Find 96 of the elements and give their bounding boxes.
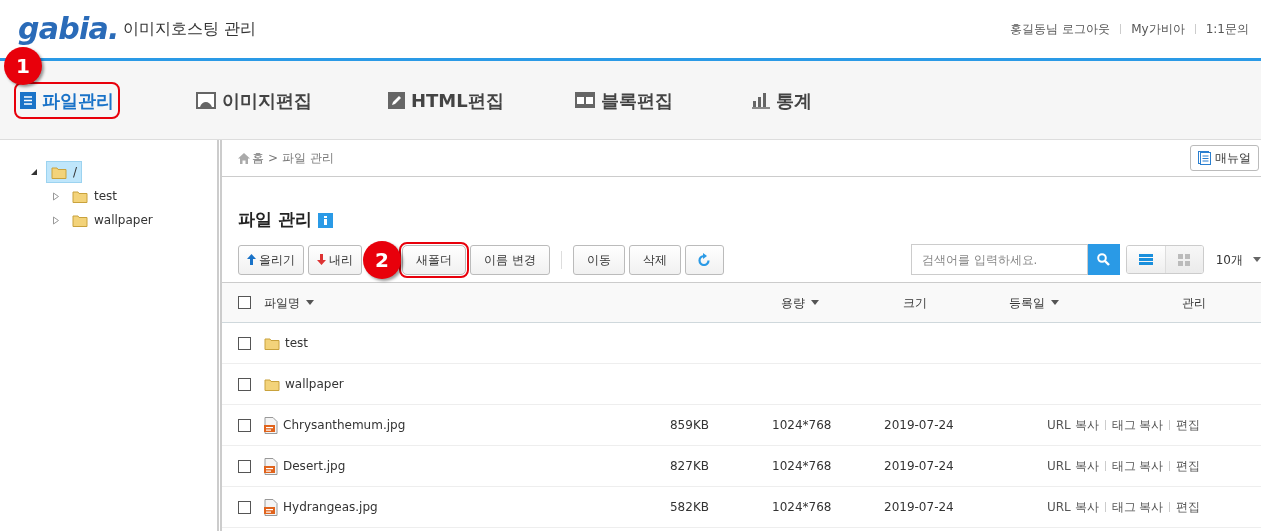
column-header: 관리 (1181, 294, 1207, 312)
tree-label: test (94, 188, 118, 205)
list-icon (20, 91, 36, 109)
file-name[interactable]: test (285, 334, 309, 352)
table-cell-text: 2019-07-24 (884, 458, 955, 475)
manual-button[interactable]: 매뉴얼 (1190, 145, 1259, 171)
table-cell-text: 859KB (669, 417, 710, 434)
list-view-button[interactable] (1126, 246, 1165, 273)
table-cell-text: 827KB (669, 458, 710, 475)
pencil-icon (388, 91, 405, 109)
file-name[interactable]: wallpaper (285, 375, 344, 393)
info-icon[interactable] (317, 212, 333, 228)
column-header[interactable]: 등록일 (1009, 293, 1169, 312)
nav-tab[interactable]: HTML편집 (382, 81, 510, 119)
tree-item[interactable]: test (68, 185, 122, 207)
toolbar-button[interactable]: 이름 변경 (470, 244, 550, 275)
action-link[interactable]: 편집 (1176, 498, 1201, 516)
search-icon (1097, 253, 1111, 266)
nav-tab[interactable]: 블록편집 (569, 81, 679, 119)
table-cell-text: 1024*768 (771, 417, 833, 434)
refresh-button[interactable] (684, 244, 724, 275)
app-title: 이미지호스팅 관리 (122, 18, 256, 40)
upload-button[interactable]: 올리기 (238, 244, 304, 275)
image-file-icon (264, 457, 278, 475)
action-link[interactable]: 편집 (1176, 416, 1201, 434)
table-cell-text: 582KB (669, 499, 710, 516)
folder-icon (72, 189, 88, 203)
breadcrumb-link[interactable]: 홈 (252, 149, 264, 167)
breadcrumb-link[interactable]: 파일 관리 (282, 149, 334, 167)
checkbox[interactable] (238, 459, 251, 473)
action-link[interactable]: URL 복사 (1047, 457, 1099, 475)
column-header[interactable]: 파일명 (264, 293, 781, 312)
toolbar-button[interactable]: 삭제 (628, 244, 681, 275)
action-link[interactable]: URL 복사 (1047, 416, 1099, 434)
checkbox[interactable] (238, 377, 251, 391)
refresh-icon (698, 253, 711, 266)
header-link[interactable]: 1:1문의 (1205, 20, 1249, 38)
sort-caret-icon (811, 300, 819, 305)
list-icon (1138, 254, 1153, 265)
file-name[interactable]: Desert.jpg (283, 457, 346, 475)
table-cell-text: 1024*768 (771, 458, 833, 475)
callout-badge: 2 (363, 240, 401, 279)
nav-tab[interactable]: 통계 (745, 81, 818, 119)
image-file-icon (264, 498, 278, 516)
toolbar-button[interactable]: 이동 (572, 244, 625, 275)
breadcrumb-separator: > (268, 150, 279, 167)
file-name[interactable]: Hydrangeas.jpg (283, 498, 378, 516)
checkbox[interactable] (238, 336, 251, 350)
home-icon (238, 152, 250, 164)
checkbox[interactable] (238, 500, 251, 514)
checkbox[interactable] (238, 418, 251, 432)
sort-caret-icon (306, 300, 314, 305)
tree-item[interactable]: wallpaper (68, 209, 157, 231)
header-link[interactable]: 홍길동님 로그아웃 (1010, 20, 1111, 38)
expand-icon[interactable] (52, 215, 60, 225)
tree-label: wallpaper (94, 212, 153, 229)
table-cell-text: 1024*768 (771, 499, 833, 516)
image-file-icon (264, 416, 278, 434)
table-cell-text: 2019-07-24 (884, 499, 955, 516)
blocks-icon (575, 92, 595, 108)
document-icon (1198, 151, 1211, 165)
checkbox[interactable] (238, 296, 251, 309)
image-icon (196, 91, 216, 109)
action-link[interactable]: URL 복사 (1047, 498, 1099, 516)
toolbar-button[interactable]: 새폴더 (402, 244, 466, 275)
bar-chart-icon (751, 91, 770, 109)
tree-label: / (73, 164, 78, 181)
logo[interactable]: gabia. (18, 14, 119, 44)
tree-item[interactable]: / (46, 161, 83, 183)
download-button[interactable]: 내리 (308, 244, 362, 275)
folder-icon (264, 336, 280, 350)
page-title: 파일 관리 (238, 208, 312, 232)
column-header: 크기 (902, 294, 928, 312)
column-header[interactable]: 용량 (781, 293, 891, 312)
sort-caret-icon (1051, 300, 1059, 305)
action-link[interactable]: 태그 복사 (1111, 498, 1164, 516)
collapse-icon[interactable] (30, 168, 38, 176)
file-name[interactable]: Chrysanthemum.jpg (283, 416, 406, 434)
nav-tab[interactable]: 이미지편집 (190, 81, 318, 119)
header-link[interactable]: My가비아 (1131, 20, 1185, 38)
grid-icon (1178, 253, 1191, 266)
search-button[interactable] (1087, 244, 1120, 275)
action-link[interactable]: 태그 복사 (1111, 457, 1164, 475)
folder-icon (51, 165, 67, 179)
arrow-up-icon (247, 254, 256, 265)
folder-icon (264, 377, 280, 391)
action-link[interactable]: 태그 복사 (1111, 416, 1164, 434)
table-cell-text: 2019-07-24 (884, 417, 955, 434)
page-size-dropdown[interactable]: 10개 (1215, 245, 1261, 274)
callout-badge: 1 (4, 46, 42, 85)
expand-icon[interactable] (52, 191, 60, 201)
arrow-down-icon (317, 254, 326, 265)
action-link[interactable]: 편집 (1176, 457, 1201, 475)
folder-icon (72, 213, 88, 227)
search-field[interactable]: 검색어를 입력하세요. (910, 244, 1088, 275)
caret-icon (1253, 257, 1261, 262)
